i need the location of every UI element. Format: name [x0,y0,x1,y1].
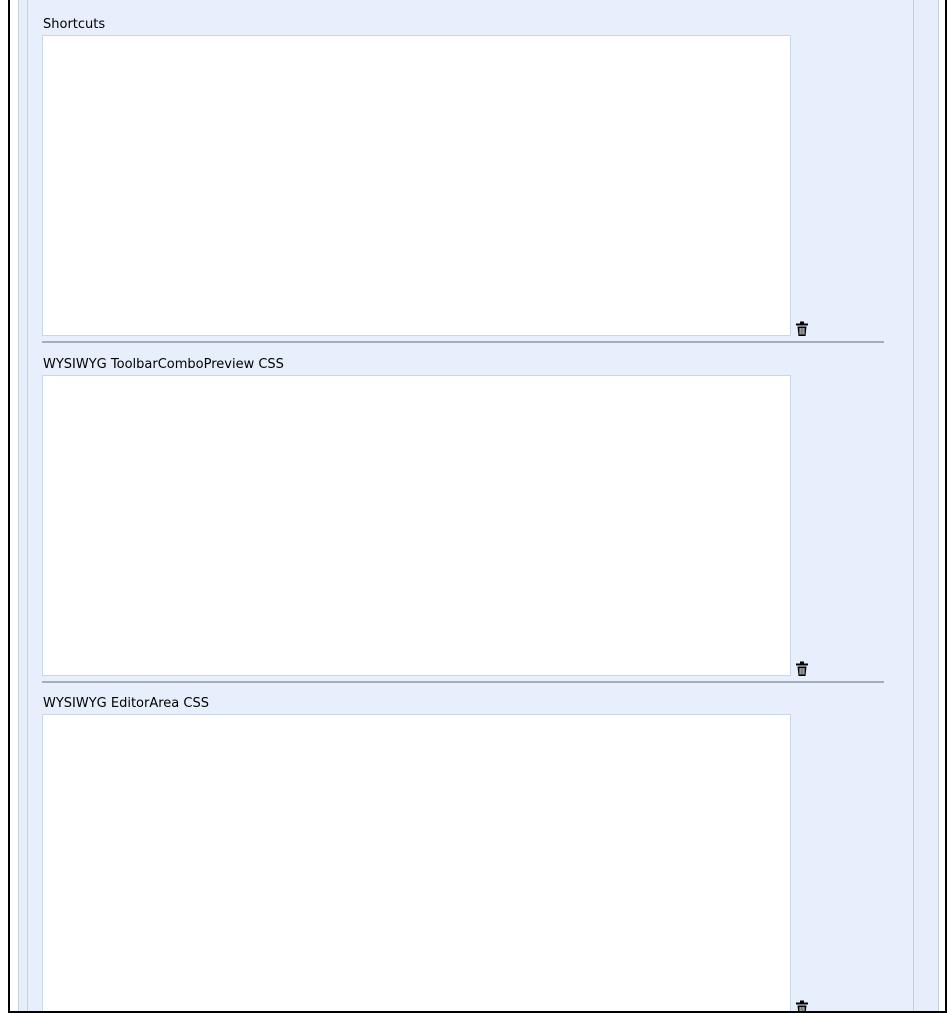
delete-shortcuts-button[interactable] [795,321,809,337]
field-label-toolbar-combo-preview-css: WYSIWYG ToolbarComboPreview CSS [43,357,284,372]
trash-icon [796,661,808,676]
trash-icon [796,321,808,336]
settings-panel: Shortcuts WYSIWYG ToolbarComboPreview CS… [27,0,914,1011]
trash-icon [796,1000,808,1011]
page-frame: Shortcuts WYSIWYG ToolbarComboPreview CS… [8,0,947,1013]
section-divider [42,341,884,343]
toolbar-combo-preview-css-textarea[interactable] [42,375,791,676]
delete-toolbar-combo-preview-css-button[interactable] [795,661,809,677]
section-divider [42,681,884,683]
outer-panel: Shortcuts WYSIWYG ToolbarComboPreview CS… [18,0,939,1011]
shortcuts-textarea[interactable] [42,35,791,336]
editor-area-css-textarea[interactable] [42,714,791,1011]
field-label-editor-area-css: WYSIWYG EditorArea CSS [43,696,209,711]
field-label-shortcuts: Shortcuts [43,17,106,32]
delete-editor-area-css-button[interactable] [795,1000,809,1011]
